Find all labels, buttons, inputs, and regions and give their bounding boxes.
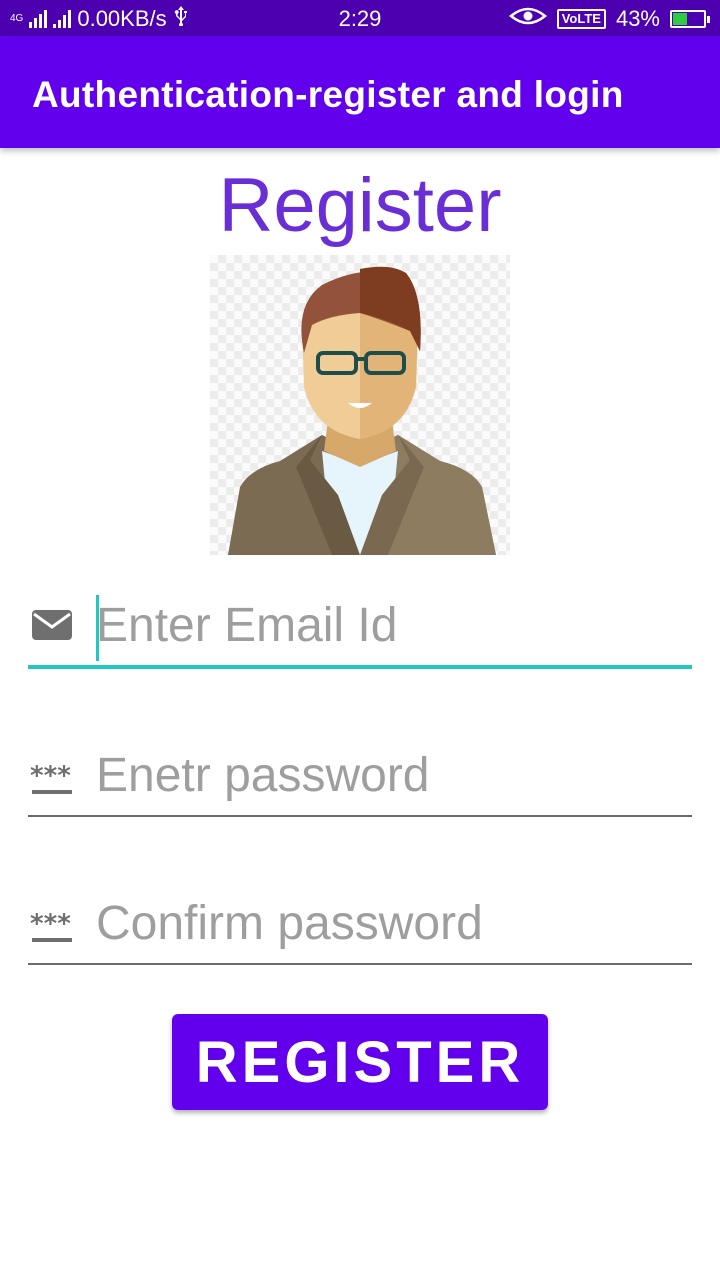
battery-fill: [673, 13, 687, 25]
confirm-password-underline: [28, 963, 692, 965]
person-illustration: [228, 266, 496, 555]
eye-icon: [508, 6, 547, 32]
email-field-group: [28, 590, 692, 680]
volte-badge: VoLTE: [556, 9, 606, 29]
svg-text:***: ***: [30, 910, 71, 939]
password-underline: [28, 815, 692, 817]
password-field-group: ***: [28, 740, 692, 830]
battery-icon: [670, 10, 710, 28]
status-bar: 4G 0.00KB/s 2:29 VoLTE 43%: [0, 0, 720, 36]
email-icon: [30, 608, 74, 648]
avatar-image: [210, 255, 510, 555]
status-right: VoLTE 43%: [508, 6, 710, 32]
text-cursor: [96, 595, 99, 661]
email-input[interactable]: [96, 590, 692, 660]
email-underline: [28, 665, 692, 669]
register-button[interactable]: REGISTER: [172, 1014, 548, 1110]
battery-percent: 43%: [615, 6, 660, 31]
password-input[interactable]: [96, 740, 692, 810]
page-title: Register: [218, 163, 502, 248]
password-icon: ***: [30, 761, 74, 802]
password-icon: ***: [30, 909, 74, 950]
app-bar: Authentication-register and login: [0, 36, 720, 148]
confirm-password-field-group: ***: [28, 888, 692, 978]
confirm-password-input[interactable]: [96, 888, 692, 958]
svg-text:***: ***: [30, 762, 71, 791]
app-title: Authentication-register and login: [32, 74, 624, 115]
